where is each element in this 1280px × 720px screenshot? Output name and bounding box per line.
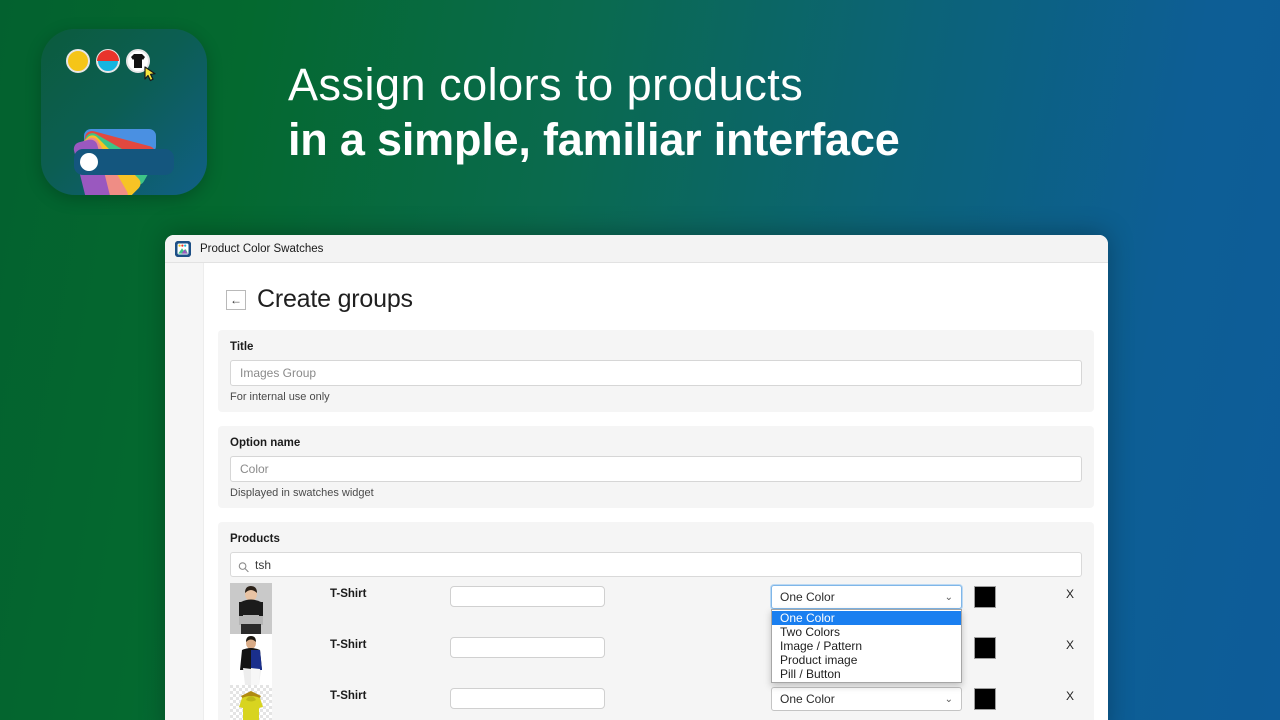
window-titlebar: Product Color Swatches <box>165 235 1108 263</box>
color-swatches-app-icon <box>41 29 207 195</box>
swatch-type-select[interactable]: One Color ⌄ <box>771 585 962 609</box>
remove-product-button[interactable]: X <box>1058 689 1082 703</box>
select-option-0[interactable]: One Color <box>772 611 961 625</box>
title-help-text: For internal use only <box>230 391 330 403</box>
products-label: Products <box>230 533 280 545</box>
headline-line-1: Assign colors to products <box>288 59 804 110</box>
color-swatch-button[interactable] <box>974 586 996 608</box>
product-thumbnail-black-grey-tshirt <box>230 583 272 634</box>
swatch-type-select[interactable]: One Color ⌄ <box>771 687 962 711</box>
select-option-2[interactable]: Image / Pattern <box>772 639 961 653</box>
select-option-1[interactable]: Two Colors <box>772 625 961 639</box>
product-row: T-Shirt One Color ⌄ One Color Two Colors I… <box>230 583 1082 683</box>
page-title: Create groups <box>257 285 413 313</box>
product-search-wrap <box>230 552 1082 577</box>
swatch-type-selected-value: One Color <box>780 590 835 604</box>
color-swatch-button[interactable] <box>974 688 996 710</box>
remove-product-button[interactable]: X <box>1058 638 1082 652</box>
product-name: T-Shirt <box>330 639 367 651</box>
title-field-label: Title <box>230 341 254 353</box>
window-title: Product Color Swatches <box>200 242 324 255</box>
product-thumbnail-black-blue-tshirt <box>230 634 272 685</box>
option-name-input[interactable] <box>230 456 1082 482</box>
product-value-input[interactable] <box>450 586 605 607</box>
back-arrow-icon: ← <box>230 292 242 307</box>
option-name-card: Option name Displayed in swatches widget <box>218 426 1094 508</box>
select-option-4[interactable]: Pill / Button <box>772 667 961 681</box>
title-input[interactable] <box>230 360 1082 386</box>
promo-banner-stage: Assign colors to products in a simple, f… <box>0 0 1280 720</box>
swatch-type-select-cell: One Color ⌄ <box>771 687 962 711</box>
app-window: Product Color Swatches ← Create groups T… <box>165 235 1108 720</box>
color-swatch-button[interactable] <box>974 637 996 659</box>
page-content: ← Create groups Title For internal use o… <box>204 263 1108 720</box>
banner-headline: Assign colors to products in a simple, f… <box>288 58 1168 169</box>
swatch-type-selected-value: One Color <box>780 692 835 706</box>
product-search-input[interactable] <box>230 552 1082 577</box>
back-button[interactable]: ← <box>226 289 246 310</box>
chevron-down-icon: ⌄ <box>944 693 953 705</box>
product-name: T-Shirt <box>330 690 367 702</box>
product-row: T-Shirt One Color ⌄ X <box>230 685 1082 720</box>
product-name: T-Shirt <box>330 588 367 600</box>
page-header: ← Create groups <box>218 279 1094 330</box>
product-value-input[interactable] <box>450 637 605 658</box>
option-name-help-text: Displayed in swatches widget <box>230 487 374 499</box>
chevron-down-icon: ⌄ <box>944 591 953 603</box>
option-name-field-label: Option name <box>230 437 301 449</box>
remove-product-button[interactable]: X <box>1058 587 1082 601</box>
product-value-input[interactable] <box>450 688 605 709</box>
swatch-type-select-cell: One Color ⌄ One Color Two Colors Image / P… <box>771 585 962 683</box>
select-option-3[interactable]: Product image <box>772 653 961 667</box>
swatch-type-select-menu[interactable]: One Color Two Colors Image / Pattern Produc… <box>771 609 962 683</box>
app-icon <box>175 240 191 257</box>
title-card: Title For internal use only <box>218 330 1094 412</box>
products-card: Products tsh T-Shirt One Color ⌄ One Col… <box>218 522 1094 720</box>
product-thumbnail-yellow-tshirt <box>230 685 272 720</box>
window-body: ← Create groups Title For internal use o… <box>165 263 1108 720</box>
headline-line-2: in a simple, familiar interface <box>288 114 900 166</box>
product-list: T-Shirt One Color ⌄ One Color Two Colors I… <box>230 583 1082 720</box>
window-left-rail <box>165 263 204 720</box>
